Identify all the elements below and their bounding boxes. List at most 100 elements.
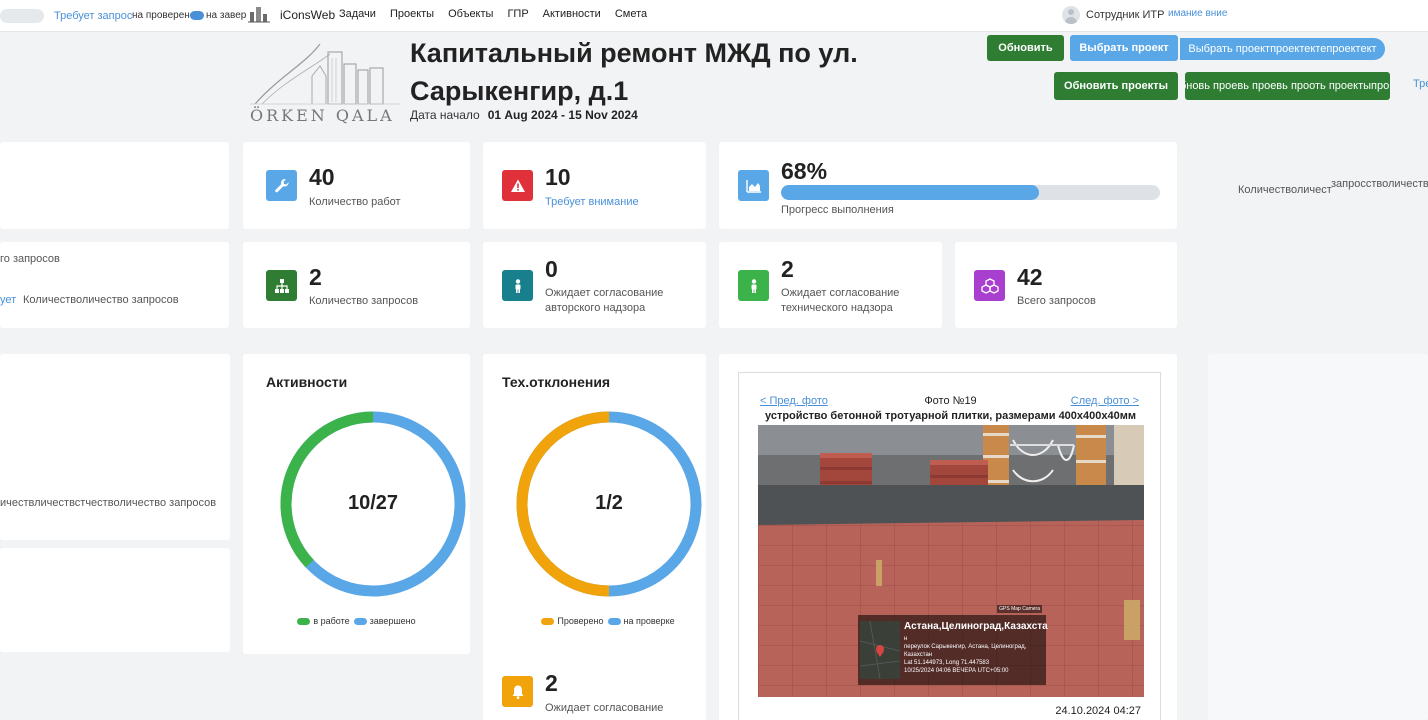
ghost-text: Количестволичест [1238, 184, 1332, 196]
ghost-nav-text: на проверено [132, 10, 196, 21]
deviations-chart-title: Тех.отклонения [502, 374, 611, 390]
ghost-user-text: имание вние [1168, 8, 1228, 19]
nav-item-projects[interactable]: Проекты [390, 8, 434, 20]
attention-count-value: 10 [545, 164, 571, 190]
attention-card[interactable]: 10 Требует внимание [483, 142, 706, 229]
dates-value: 01 Aug 2024 - 15 Nov 2024 [487, 108, 638, 122]
ghost-card: го запросов ует Количестволичество запро… [0, 242, 229, 328]
works-count-card[interactable]: 40 Количество работ [243, 142, 470, 229]
nav-item-gpr[interactable]: ГПР [507, 8, 528, 20]
gps-title: Астана,Целиноград,Казахста [904, 621, 1048, 632]
ghost-toggle [0, 9, 44, 23]
photo-date: 24.10.2024 04:27 [1055, 705, 1141, 717]
requests-count-value: 2 [309, 264, 322, 290]
progress-label: Прогресс выполнения [781, 204, 894, 216]
requests-count-label: Количество запросов [309, 295, 419, 307]
refresh-button[interactable]: Обновить [987, 35, 1064, 61]
attention-link[interactable]: Требует внимание [545, 195, 639, 210]
ghost-text: запросстволичество [1331, 178, 1428, 190]
author-supervision-card[interactable]: 0 Ожидает согласование авторского надзор… [483, 242, 706, 328]
legend-label: завершено [369, 616, 416, 626]
legend-label: в работе [313, 616, 350, 626]
legend-swatch [541, 617, 555, 625]
nav-item-estimate[interactable]: Смета [615, 8, 647, 20]
person-icon [502, 270, 533, 301]
nav-item-tasks[interactable]: Задачи [339, 8, 376, 20]
tech-supervision-card[interactable]: 2 Ожидает согласование технического надз… [719, 242, 942, 328]
dates-label: Дата начало [410, 108, 480, 122]
brand-name[interactable]: iConsWeb [280, 8, 335, 22]
photo-caption: устройство бетонной тротуарной плитки, р… [764, 410, 1137, 422]
activities-chart-title: Активности [266, 374, 348, 390]
ghost-toggle-dot [190, 11, 204, 20]
select-project-button[interactable]: Выбрать проект [1070, 35, 1178, 61]
top-navbar: Требует запрос на проверено на завер iCo… [0, 0, 1428, 32]
gps-camera-label: GPS Map Camera [997, 605, 1042, 613]
refresh-projects-button-ghost: бновь проевь проевь прооть проектыпров [1185, 72, 1390, 100]
legend-swatch [607, 617, 621, 625]
gps-line: Казахстан [904, 652, 933, 658]
ghost-text: го запросов [0, 253, 60, 265]
total-requests-card[interactable]: 42 Всего запросов [955, 242, 1177, 328]
tech-count-value: 2 [781, 256, 794, 282]
legend-label: Проверено [557, 616, 604, 626]
gps-stamp: GPS Map Camera Астана,Целиноград,Казахст… [858, 605, 1048, 685]
gps-line: 10/25/2024 04:06 ВЕЧЕРА UTC+05:00 [904, 668, 1009, 674]
ghost-nav-text: на завер [206, 10, 247, 21]
tech-count-label: Ожидает согласование технического надзор… [781, 287, 900, 314]
sitemap-icon [266, 270, 297, 301]
bell-icon [502, 676, 533, 707]
legend-swatch [353, 617, 367, 625]
progress-bar-fill [781, 185, 1039, 200]
legend-item-in-work[interactable]: в работе [297, 616, 350, 626]
refresh-projects-button[interactable]: Обновить проекты [1054, 72, 1178, 100]
gps-line: Lat 51.144973, Long 71.447583 [904, 660, 990, 666]
area-chart-icon [738, 170, 769, 201]
legend-item-on-check[interactable]: на проверке [607, 616, 675, 626]
avatar-icon [1062, 6, 1080, 24]
ghost-text: ует [0, 294, 17, 306]
total-count-label: Всего запросов [1017, 295, 1096, 307]
legend-label: на проверке [623, 616, 675, 626]
nav-item-objects[interactable]: Объекты [448, 8, 493, 20]
project-dates: Дата начало 01 Aug 2024 - 15 Nov 2024 [410, 108, 638, 122]
legend-item-checked[interactable]: Проверено [541, 616, 604, 626]
works-count-value: 40 [309, 164, 335, 190]
legend-item-done[interactable]: завершено [353, 616, 416, 626]
page-title: Капитальный ремонт МЖД по ул. Сарыкенгир… [410, 38, 858, 106]
author-count-value: 0 [545, 256, 558, 282]
warning-icon [502, 170, 533, 201]
gps-line: переулок Сарыкенгир, Астана, Целиноград, [904, 644, 1027, 650]
next-photo-link[interactable]: След. фото > [1071, 395, 1139, 407]
progress-card: 68% Прогресс выполнения [719, 142, 1177, 229]
gps-line: н [904, 636, 908, 642]
bell-count-value: 2 [545, 670, 558, 696]
legend-swatch [297, 617, 311, 625]
bell-count-label: Ожидает согласование [545, 702, 664, 714]
person-icon [738, 270, 769, 301]
site-photo[interactable]: GPS Map Camera Астана,Целиноград,Казахст… [758, 425, 1144, 697]
ghost-card [1208, 354, 1428, 720]
wrench-icon [266, 170, 297, 201]
progress-bar [781, 185, 1160, 200]
user-menu[interactable]: Сотрудник ИТР [1062, 6, 1164, 24]
ghost-text: ичествличествстчестволичество запросов [0, 497, 217, 509]
cubes-icon [974, 270, 1005, 301]
activities-center-value: 10/27 [347, 492, 399, 514]
progress-value: 68% [781, 158, 828, 184]
photo-report-card: < Пред. фото Фото №19 След. фото > устро… [719, 354, 1177, 720]
requests-card[interactable]: 2 Количество запросов [243, 242, 470, 328]
brand-logo-icon[interactable] [248, 4, 270, 24]
ghost-text: Количестволичество запросов [23, 294, 179, 306]
user-name: Сотрудник ИТР [1086, 9, 1165, 21]
ghost-edge-text: Тре [1413, 78, 1428, 90]
author-count-label: Ожидает согласование авторского надзора [545, 287, 664, 314]
total-count-value: 42 [1017, 264, 1043, 290]
deviations-center-value: 1/2 [595, 492, 623, 514]
deviations-chart-card: Тех.отклонения 1/2 Проверено на проверке… [483, 354, 706, 720]
select-project-button-ghost: Выбрать проектпроектектепроектект [1180, 38, 1385, 60]
activities-chart-card: Активности 10/27 в работе завершено [243, 354, 470, 654]
gps-details: н переулок Сарыкенгир, Астана, Целиногра… [904, 635, 1026, 675]
ghost-card [0, 142, 229, 229]
nav-item-activities[interactable]: Активности [543, 8, 601, 20]
